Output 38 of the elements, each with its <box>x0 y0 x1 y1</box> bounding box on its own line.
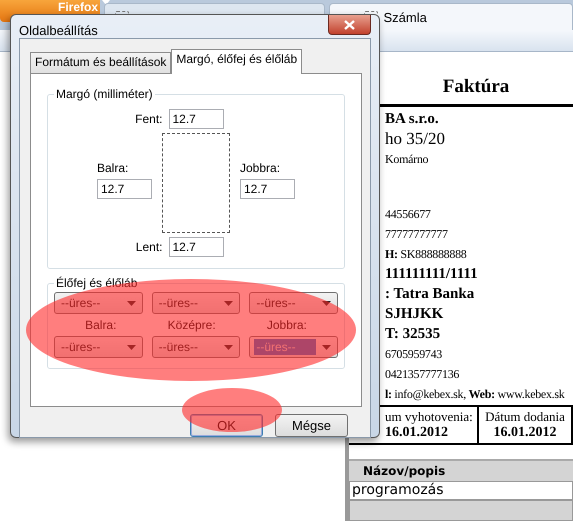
column-label: Balra: <box>85 318 116 332</box>
invoice-line: 6705959743 <box>385 346 444 363</box>
field-label: Jobbra: <box>240 161 280 175</box>
dialog-button[interactable]: Mégse <box>275 414 348 437</box>
window-title: Oldalbeállítás <box>19 23 98 38</box>
column-label: Jobbra: <box>266 318 307 332</box>
invoice-line: 77777777777 <box>385 226 449 243</box>
field-label: Lent: <box>134 240 162 254</box>
invoice-line: SJHJKK <box>385 305 444 324</box>
field-label: Balra: <box>97 161 128 175</box>
tab[interactable]: Margó, élőfej és élőláb <box>171 49 302 74</box>
column-label: Középre: <box>168 318 216 332</box>
input-field[interactable]: 12.7 <box>168 109 224 129</box>
date-value: 16.01.2012 <box>492 425 558 441</box>
invoice-line: BA s.r.o. <box>385 110 440 129</box>
field-label: Fent: <box>134 112 162 126</box>
date-label: um vyhotovenia: <box>385 409 474 425</box>
invoice-line: 44556677 <box>385 206 432 223</box>
table-row: programozás <box>349 481 573 500</box>
close-button[interactable] <box>328 15 371 35</box>
invoice-line: H: SK888888888 <box>385 246 468 263</box>
group-label: Margó (milliméter) <box>54 87 155 101</box>
invoice-line: Komárno <box>385 151 430 168</box>
invoice-line: l: info@kebex.sk, Web: www.kebex.sk <box>385 386 566 403</box>
invoice-line: T: 32535 <box>385 325 442 344</box>
tab[interactable]: Formátum és beállítások <box>30 52 172 73</box>
input-field[interactable]: 12.7 <box>240 179 295 199</box>
invoice-line: : Tatra Banka <box>385 285 476 304</box>
group-label: Élőfej és élőláb <box>54 276 140 290</box>
invoice-line: 111111111/1111 <box>385 265 479 284</box>
date-value: 16.01.2012 <box>385 425 449 441</box>
close-icon <box>344 20 355 30</box>
date-label: Dátum dodania <box>484 409 566 425</box>
input-field[interactable]: 12.7 <box>97 179 152 199</box>
invoice-line: 0421357777136 <box>385 366 460 383</box>
invoice-line: ho 35/20 <box>385 129 446 149</box>
column-header: Názov/popis <box>362 463 446 480</box>
input-field[interactable]: 12.7 <box>168 237 224 257</box>
